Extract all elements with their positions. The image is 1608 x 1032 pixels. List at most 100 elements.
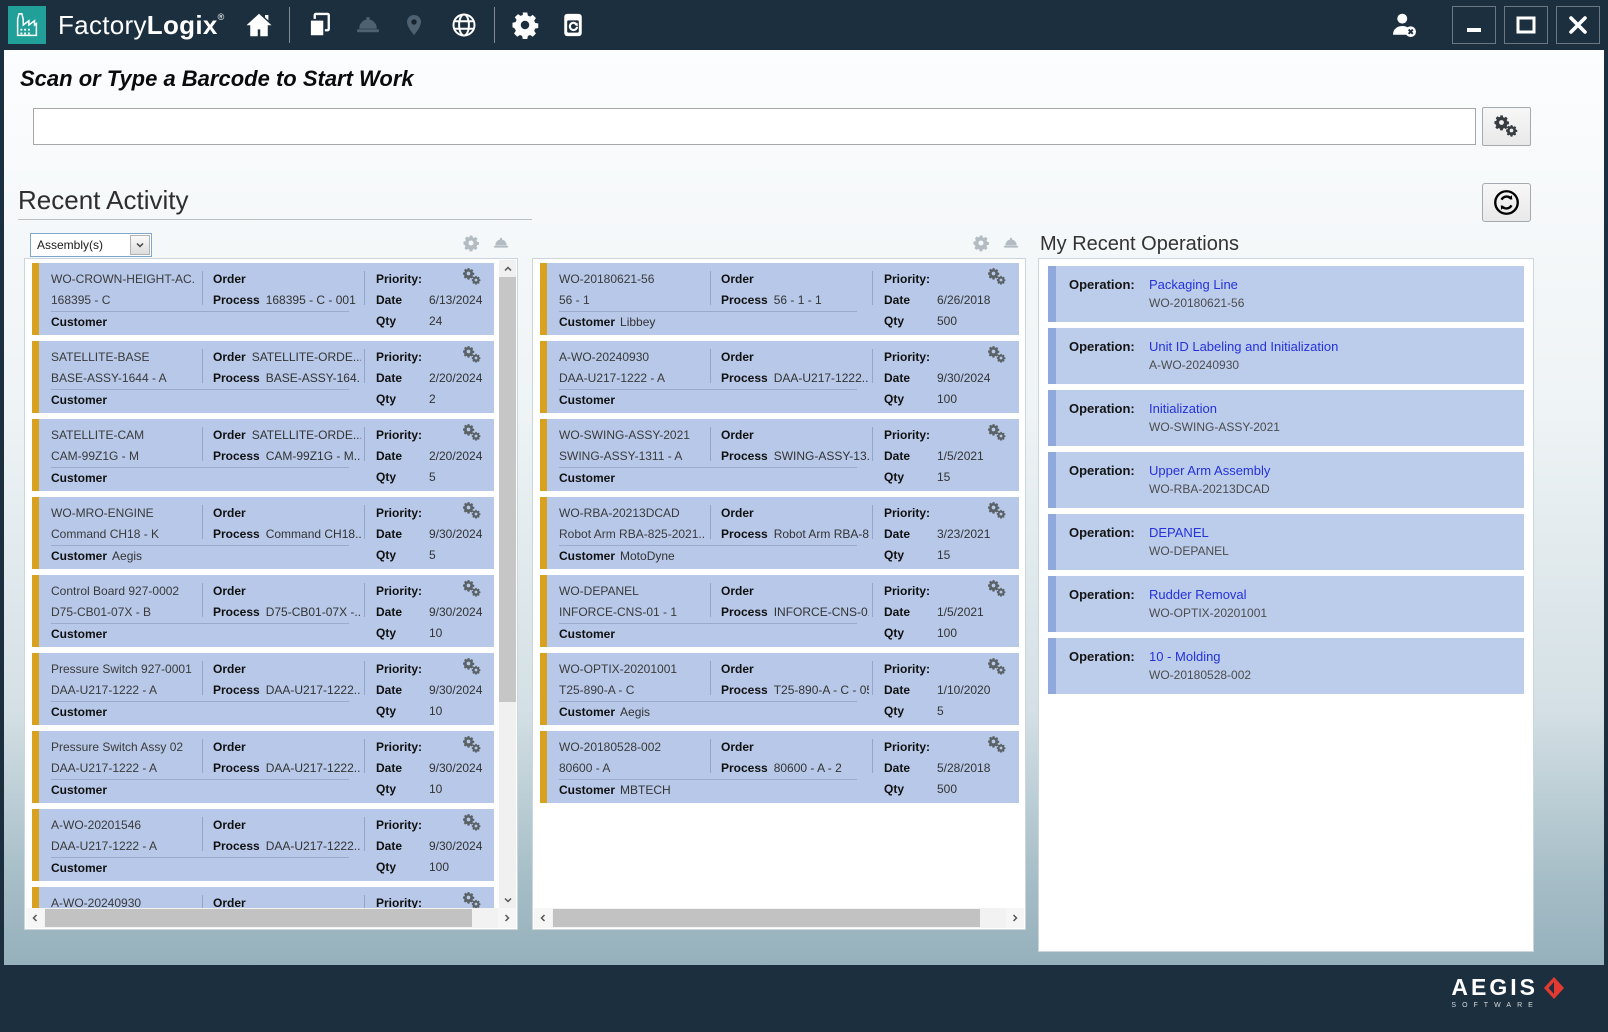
column1-gear-icon[interactable]	[462, 234, 480, 252]
work-order-card[interactable]: WO-SWING-ASSY-2021 SWING-ASSY-1311 - A C…	[540, 419, 1019, 491]
card-settings-icon[interactable]	[462, 501, 486, 523]
card-order: OrderSATELLITE-ORDE...	[213, 350, 361, 371]
map-pin-icon[interactable]	[394, 5, 434, 45]
work-order-card[interactable]: A-WO-20201546 DAA-U217-1222 - A Customer…	[32, 809, 494, 881]
minimize-button[interactable]	[1452, 6, 1496, 44]
card-order-process: Order ProcessDAA-U217-1222...	[213, 740, 361, 782]
work-order-card[interactable]: WO-20180528-002 80600 - A CustomerMBTECH…	[540, 731, 1019, 803]
customer-value: MBTECH	[620, 783, 671, 797]
card-settings-icon[interactable]	[462, 267, 486, 289]
card-settings-icon[interactable]	[462, 657, 486, 679]
work-order-card[interactable]: WO-DEPANEL INFORCE-CNS-01 - 1 Customer O…	[540, 575, 1019, 647]
scroll-down-icon[interactable]	[499, 891, 516, 908]
work-order-card[interactable]: WO-OPTIX-20201001 T25-890-A - C Customer…	[540, 653, 1019, 725]
operation-link[interactable]: Packaging Line	[1149, 277, 1238, 292]
scrollbar-thumb[interactable]	[553, 909, 980, 927]
card-process: ProcessBASE-ASSY-164...	[213, 371, 361, 392]
barcode-input[interactable]	[33, 108, 1476, 145]
card-settings-icon[interactable]	[987, 423, 1011, 445]
card-order-process: OrderSATELLITE-ORDE... ProcessCAM-99Z1G …	[213, 428, 361, 470]
card-process: ProcessRobot Arm RBA-8...	[721, 527, 869, 548]
work-order-card[interactable]: Pressure Switch 927-0001 DAA-U217-1222 -…	[32, 653, 494, 725]
operation-link[interactable]: Unit ID Labeling and Initialization	[1149, 339, 1338, 354]
column2-gear-icon[interactable]	[972, 234, 990, 252]
column1-hard-hat-icon[interactable]	[492, 234, 510, 252]
scroll-up-icon[interactable]	[499, 260, 516, 277]
operation-card[interactable]: Operation: Unit ID Labeling and Initiali…	[1048, 328, 1524, 384]
date-value: 9/30/2024	[429, 839, 482, 853]
operation-link[interactable]: Initialization	[1149, 401, 1217, 416]
operation-card[interactable]: Operation: Initialization WO-SWING-ASSY-…	[1048, 390, 1524, 446]
work-order-card[interactable]: A-WO-20240930 DAA-U217-1222 - A Customer…	[540, 341, 1019, 413]
work-order-card[interactable]: SATELLITE-CAM CAM-99Z1G - M Customer Ord…	[32, 419, 494, 491]
qty-label: Qty	[376, 314, 429, 328]
qty-label: Qty	[884, 548, 937, 562]
card-settings-icon[interactable]	[462, 891, 486, 908]
card-settings-icon[interactable]	[987, 657, 1011, 679]
card-assembly: INFORCE-CNS-01 - 1	[559, 605, 704, 619]
card-settings-icon[interactable]	[462, 423, 486, 445]
operation-link[interactable]: DEPANEL	[1149, 525, 1209, 540]
card-qty: Qty15	[884, 548, 950, 562]
work-order-card[interactable]: WO-20180621-56 56 - 1 CustomerLibbey Ord…	[540, 263, 1019, 335]
card-settings-icon[interactable]	[987, 501, 1011, 523]
footer: AEGIS SOFTWARE	[0, 965, 1608, 1032]
column2-hard-hat-icon[interactable]	[1002, 234, 1020, 252]
activity-column-2: WO-20180621-56 56 - 1 CustomerLibbey Ord…	[532, 258, 1026, 930]
activity-filter-select[interactable]: Assembly(s)	[30, 233, 152, 257]
qty-label: Qty	[884, 314, 937, 328]
work-order-card[interactable]: SATELLITE-BASE BASE-ASSY-1644 - A Custom…	[32, 341, 494, 413]
refresh-button[interactable]	[1482, 183, 1531, 222]
scroll-right-icon[interactable]	[498, 908, 516, 928]
horizontal-scrollbar[interactable]	[534, 908, 1024, 928]
qty-value: 100	[937, 626, 957, 640]
card-settings-icon[interactable]	[462, 735, 486, 757]
operation-card[interactable]: Operation: Rudder Removal WO-OPTIX-20201…	[1048, 576, 1524, 632]
work-order-card[interactable]: Pressure Switch Assy 02 DAA-U217-1222 - …	[32, 731, 494, 803]
work-order-card[interactable]: Control Board 927-0002 D75-CB01-07X - B …	[32, 575, 494, 647]
card-settings-icon[interactable]	[462, 345, 486, 367]
operation-card[interactable]: Operation: DEPANEL WO-DEPANEL	[1048, 514, 1524, 570]
card-settings-icon[interactable]	[987, 267, 1011, 289]
operation-work-order: WO-RBA-20213DCAD	[1149, 482, 1270, 496]
settings-gear-icon[interactable]	[505, 5, 545, 45]
scroll-left-icon[interactable]	[534, 908, 552, 928]
operation-card[interactable]: Operation: Upper Arm Assembly WO-RBA-202…	[1048, 452, 1524, 508]
card-settings-icon[interactable]	[987, 735, 1011, 757]
card-settings-icon[interactable]	[987, 579, 1011, 601]
hard-hat-icon[interactable]	[348, 5, 388, 45]
operation-link[interactable]: Rudder Removal	[1149, 587, 1247, 602]
operation-card[interactable]: Operation: Packaging Line WO-20180621-56	[1048, 266, 1524, 322]
customer-value: Libbey	[620, 315, 655, 329]
operation-link[interactable]: 10 - Molding	[1149, 649, 1221, 664]
work-order-card[interactable]: WO-RBA-20213DCAD Robot Arm RBA-825-2021.…	[540, 497, 1019, 569]
work-order-card[interactable]: WO-CROWN-HEIGHT-AC... 168395 - C Custome…	[32, 263, 494, 335]
work-order-card[interactable]: A-WO-20240930 Customer Order Process Pri…	[32, 887, 494, 908]
vertical-scrollbar[interactable]	[499, 260, 516, 908]
card-title: WO-MRO-ENGINE	[51, 506, 196, 520]
scroll-right-icon[interactable]	[1006, 908, 1024, 928]
card-settings-icon[interactable]	[987, 345, 1011, 367]
maximize-button[interactable]	[1504, 6, 1548, 44]
scroll-left-icon[interactable]	[26, 908, 44, 928]
user-logout-icon[interactable]	[1384, 5, 1424, 45]
operation-link[interactable]: Upper Arm Assembly	[1149, 463, 1270, 478]
database-refresh-icon[interactable]	[553, 5, 593, 45]
work-order-card[interactable]: WO-MRO-ENGINE Command CH18 - K CustomerA…	[32, 497, 494, 569]
home-icon[interactable]	[239, 5, 279, 45]
documents-icon[interactable]	[300, 5, 340, 45]
card-settings-icon[interactable]	[462, 813, 486, 835]
chevron-down-icon[interactable]	[130, 235, 150, 255]
scrollbar-thumb[interactable]	[45, 909, 472, 927]
card-priority: Priority:	[376, 428, 422, 442]
card-settings-icon[interactable]	[462, 579, 486, 601]
order-label: Order	[213, 350, 246, 364]
operation-card[interactable]: Operation: 10 - Molding WO-20180528-002	[1048, 638, 1524, 694]
horizontal-scrollbar[interactable]	[26, 908, 516, 928]
scrollbar-thumb[interactable]	[499, 277, 516, 702]
card-customer: Customer	[559, 627, 620, 641]
globe-icon[interactable]	[444, 5, 484, 45]
card-order-process: Order ProcessDAA-U217-1222...	[721, 350, 869, 392]
close-button[interactable]	[1556, 6, 1600, 44]
barcode-settings-button[interactable]	[1482, 107, 1531, 146]
